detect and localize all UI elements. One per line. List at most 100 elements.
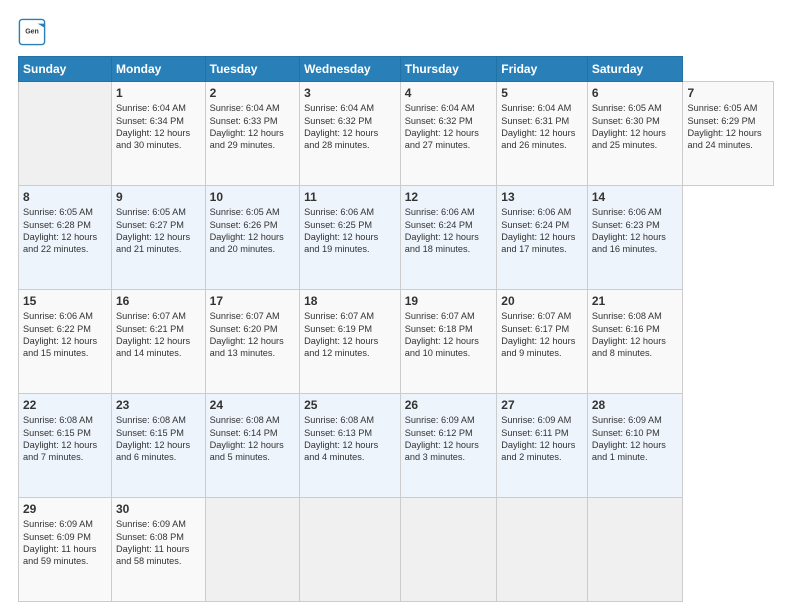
sunrise: Sunrise: 6:07 AM — [304, 311, 374, 321]
daylight: Daylight: 12 hours and 3 minutes. — [405, 440, 479, 462]
header-row: SundayMondayTuesdayWednesdayThursdayFrid… — [19, 57, 774, 82]
calendar-cell: 4Sunrise: 6:04 AMSunset: 6:32 PMDaylight… — [400, 82, 497, 186]
sunset: Sunset: 6:16 PM — [592, 324, 660, 334]
header-day: Monday — [112, 57, 206, 82]
sunrise: Sunrise: 6:09 AM — [23, 519, 93, 529]
sunset: Sunset: 6:21 PM — [116, 324, 184, 334]
day-number: 1 — [116, 85, 201, 101]
day-number: 12 — [405, 189, 493, 205]
daylight: Daylight: 12 hours and 6 minutes. — [116, 440, 190, 462]
sunset: Sunset: 6:23 PM — [592, 220, 660, 230]
day-number: 20 — [501, 293, 583, 309]
calendar-cell: 24Sunrise: 6:08 AMSunset: 6:14 PMDayligh… — [205, 394, 299, 498]
logo-icon: Gen — [18, 18, 46, 46]
calendar-cell: 10Sunrise: 6:05 AMSunset: 6:26 PMDayligh… — [205, 186, 299, 290]
daylight: Daylight: 12 hours and 21 minutes. — [116, 232, 190, 254]
sunrise: Sunrise: 6:04 AM — [501, 103, 571, 113]
sunrise: Sunrise: 6:06 AM — [304, 207, 374, 217]
daylight: Daylight: 12 hours and 15 minutes. — [23, 336, 97, 358]
daylight: Daylight: 12 hours and 16 minutes. — [592, 232, 666, 254]
sunset: Sunset: 6:14 PM — [210, 428, 278, 438]
calendar-cell — [300, 498, 401, 602]
sunrise: Sunrise: 6:09 AM — [501, 415, 571, 425]
daylight: Daylight: 12 hours and 10 minutes. — [405, 336, 479, 358]
calendar-cell: 19Sunrise: 6:07 AMSunset: 6:18 PMDayligh… — [400, 290, 497, 394]
sunset: Sunset: 6:33 PM — [210, 116, 278, 126]
day-number: 9 — [116, 189, 201, 205]
calendar-cell: 9 Sunrise: 6:05 AM Sunset: 6:27 PM Daylight… — [112, 186, 206, 290]
day-number: 19 — [405, 293, 493, 309]
sunset: Sunset: 6:26 PM — [210, 220, 278, 230]
sunrise: Sunrise: 6:05 AM — [592, 103, 662, 113]
calendar-week: 15Sunrise: 6:06 AMSunset: 6:22 PMDayligh… — [19, 290, 774, 394]
sunset: Sunset: 6:27 PM — [116, 220, 184, 230]
sunrise: Sunrise: 6:04 AM — [116, 103, 186, 113]
sunrise: Sunrise: 6:07 AM — [501, 311, 571, 321]
daylight: Daylight: 12 hours and 7 minutes. — [23, 440, 97, 462]
calendar-cell: 21Sunrise: 6:08 AMSunset: 6:16 PMDayligh… — [587, 290, 683, 394]
calendar-cell: 3Sunrise: 6:04 AMSunset: 6:32 PMDaylight… — [300, 82, 401, 186]
sunset: Sunset: 6:11 PM — [501, 428, 568, 438]
calendar-cell: 2Sunrise: 6:04 AMSunset: 6:33 PMDaylight… — [205, 82, 299, 186]
sunset: Sunset: 6:29 PM — [687, 116, 755, 126]
calendar-cell: 25Sunrise: 6:08 AMSunset: 6:13 PMDayligh… — [300, 394, 401, 498]
calendar-week: 8Sunrise: 6:05 AMSunset: 6:28 PMDaylight… — [19, 186, 774, 290]
day-number: 16 — [116, 293, 201, 309]
sunset: Sunset: 6:08 PM — [116, 532, 184, 542]
day-number: 11 — [304, 189, 396, 205]
sunset: Sunset: 6:30 PM — [592, 116, 660, 126]
sunrise: Sunrise: 6:08 AM — [23, 415, 93, 425]
calendar-week: 29Sunrise: 6:09 AMSunset: 6:09 PMDayligh… — [19, 498, 774, 602]
daylight: Daylight: 12 hours and 5 minutes. — [210, 440, 284, 462]
calendar-cell — [497, 498, 588, 602]
daylight: Daylight: 12 hours and 26 minutes. — [501, 128, 575, 150]
calendar-cell: 18Sunrise: 6:07 AMSunset: 6:19 PMDayligh… — [300, 290, 401, 394]
daylight: Daylight: 12 hours and 1 minute. — [592, 440, 666, 462]
sunrise: Sunrise: 6:05 AM — [210, 207, 280, 217]
calendar-cell: 14 Sunrise: 6:06 AM Sunset: 6:23 PM Dayligh… — [587, 186, 683, 290]
calendar-cell: 16Sunrise: 6:07 AMSunset: 6:21 PMDayligh… — [112, 290, 206, 394]
daylight: Daylight: 12 hours and 19 minutes. — [304, 232, 378, 254]
calendar-cell — [587, 498, 683, 602]
daylight: Daylight: 12 hours and 4 minutes. — [304, 440, 378, 462]
calendar-cell: 12Sunrise: 6:06 AMSunset: 6:24 PMDayligh… — [400, 186, 497, 290]
calendar-week: 22Sunrise: 6:08 AMSunset: 6:15 PMDayligh… — [19, 394, 774, 498]
day-number: 29 — [23, 501, 107, 517]
sunrise: Sunrise: 6:07 AM — [210, 311, 280, 321]
empty-cell — [19, 82, 112, 186]
sunset: Sunset: 6:17 PM — [501, 324, 569, 334]
day-number: 6 — [592, 85, 679, 101]
daylight: Daylight: 12 hours and 20 minutes. — [210, 232, 284, 254]
daylight: Daylight: 12 hours and 18 minutes. — [405, 232, 479, 254]
header-day: Tuesday — [205, 57, 299, 82]
sunrise: Sunrise: 6:04 AM — [405, 103, 475, 113]
sunrise: Sunrise: 6:06 AM — [405, 207, 475, 217]
daylight: Daylight: 12 hours and 29 minutes. — [210, 128, 284, 150]
sunrise: Sunrise: 6:05 AM — [116, 207, 186, 217]
daylight: Daylight: 12 hours and 27 minutes. — [405, 128, 479, 150]
sunrise: Sunrise: 6:06 AM — [592, 207, 662, 217]
sunrise: Sunrise: 6:06 AM — [501, 207, 571, 217]
calendar-cell: 6Sunrise: 6:05 AMSunset: 6:30 PMDaylight… — [587, 82, 683, 186]
day-number: 5 — [501, 85, 583, 101]
day-number: 14 — [592, 189, 679, 205]
calendar-cell: 11Sunrise: 6:06 AMSunset: 6:25 PMDayligh… — [300, 186, 401, 290]
calendar-cell: 26Sunrise: 6:09 AMSunset: 6:12 PMDayligh… — [400, 394, 497, 498]
daylight: Daylight: 12 hours and 24 minutes. — [687, 128, 761, 150]
calendar-cell — [205, 498, 299, 602]
calendar-week: 1 Sunrise: 6:04 AM Sunset: 6:34 PM Daylight… — [19, 82, 774, 186]
sunrise: Sunrise: 6:08 AM — [592, 311, 662, 321]
day-number: 25 — [304, 397, 396, 413]
sunset: Sunset: 6:18 PM — [405, 324, 473, 334]
sunrise: Sunrise: 6:09 AM — [405, 415, 475, 425]
calendar-cell: 30Sunrise: 6:09 AMSunset: 6:08 PMDayligh… — [112, 498, 206, 602]
header-day: Wednesday — [300, 57, 401, 82]
daylight: Daylight: 12 hours and 13 minutes. — [210, 336, 284, 358]
daylight: Daylight: 12 hours and 17 minutes. — [501, 232, 575, 254]
sunset: Sunset: 6:34 PM — [116, 116, 184, 126]
calendar-cell: 17Sunrise: 6:07 AMSunset: 6:20 PMDayligh… — [205, 290, 299, 394]
daylight: Daylight: 12 hours and 28 minutes. — [304, 128, 378, 150]
logo: Gen — [18, 18, 50, 46]
daylight: Daylight: 12 hours and 14 minutes. — [116, 336, 190, 358]
calendar-cell: 27Sunrise: 6:09 AMSunset: 6:11 PMDayligh… — [497, 394, 588, 498]
